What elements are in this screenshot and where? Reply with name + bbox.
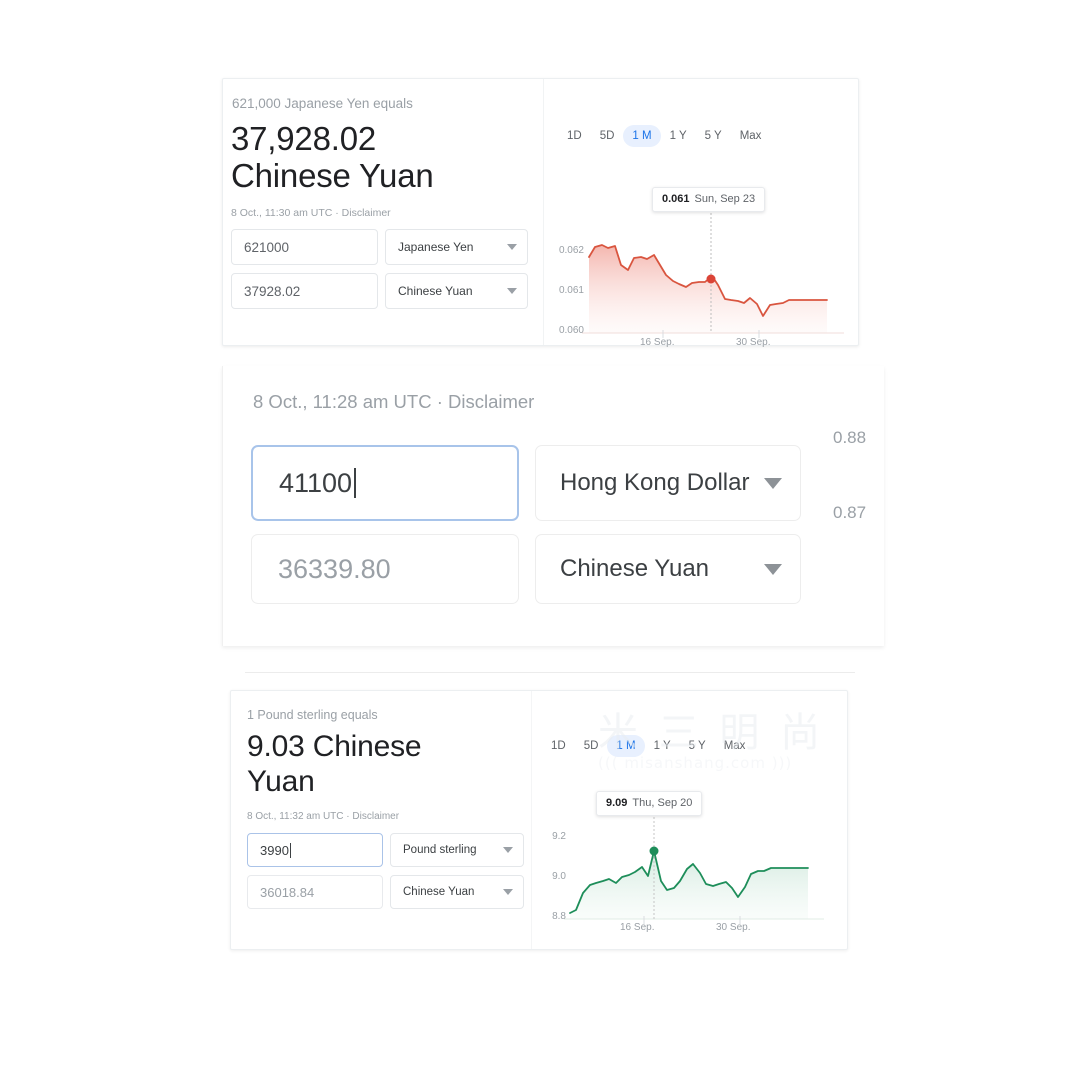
card1-to-row: 37928.02 Chinese Yuan xyxy=(231,273,533,309)
card3-converter-rows: 3990 Pound sterling 36018.84 Chinese Yua… xyxy=(247,833,531,909)
card1-from-row: 621000 Japanese Yen xyxy=(231,229,533,265)
card1-tooltip: 0.061 Sun, Sep 23 xyxy=(652,187,766,212)
range-1y[interactable]: 1 Y xyxy=(661,125,696,147)
card1-to-amount-input[interactable]: 37928.02 xyxy=(231,273,378,309)
text-cursor xyxy=(354,468,357,498)
card3-to-currency-select[interactable]: Chinese Yuan xyxy=(390,875,524,909)
chevron-down-icon xyxy=(503,847,513,853)
card3-ytick-high: 9.2 xyxy=(552,831,566,842)
card3-tooltip-date: Thu, Sep 20 xyxy=(632,797,693,809)
card3-ytick-low: 8.8 xyxy=(552,911,566,922)
card2-from-currency-label: Hong Kong Dollar xyxy=(560,469,750,496)
currency-converter-card-gbp: 1 Pound sterling equals 9.03 Chinese Yua… xyxy=(230,690,848,950)
range-1d[interactable]: 1D xyxy=(558,125,591,147)
card1-range-selector: 1D 5D 1 M 1 Y 5 Y Max xyxy=(544,79,858,147)
chevron-down-icon xyxy=(507,244,517,250)
card1-ytick-low: 0.060 xyxy=(558,325,584,336)
card3-to-amount-input[interactable]: 36018.84 xyxy=(247,875,383,909)
card3-from-currency-label: Pound sterling xyxy=(403,844,477,856)
card1-from-currency-select[interactable]: Japanese Yen xyxy=(385,229,528,265)
card3-xtick-label-1: 16 Sep. xyxy=(620,922,655,933)
range-1m[interactable]: 1 M xyxy=(623,125,661,147)
card3-xtick-label-2: 30 Sep. xyxy=(716,922,751,933)
card1-xtick-label-1: 16 Sep. xyxy=(640,337,675,348)
chevron-down-icon xyxy=(507,288,517,294)
range-1y[interactable]: 1 Y xyxy=(645,735,680,757)
card1-xtick-label-2: 30 Sep. xyxy=(736,337,771,348)
chevron-down-icon xyxy=(764,563,782,575)
card3-area-fill xyxy=(570,851,808,919)
card2-axis-label-low: 0.87 xyxy=(833,503,867,522)
card2-to-currency-label: Chinese Yuan xyxy=(560,555,710,582)
card3-info-pane: 1 Pound sterling equals 9.03 Chinese Yua… xyxy=(231,691,531,949)
range-5d[interactable]: 5D xyxy=(575,735,608,757)
card1-info-pane: 621,000 Japanese Yen equals 37,928.02 Ch… xyxy=(223,79,533,345)
card3-from-row: 3990 Pound sterling xyxy=(247,833,531,867)
range-max[interactable]: Max xyxy=(715,735,755,757)
card1-from-currency-label: Japanese Yen xyxy=(398,240,474,254)
chevron-down-icon xyxy=(764,477,782,489)
card3-range-selector: 1D 5D 1 M 1 Y 5 Y Max xyxy=(532,691,847,757)
card1-chart-pane: 1D 5D 1 M 1 Y 5 Y Max 0.062 0.061 0.060 xyxy=(543,79,858,348)
card2-from-amount-input[interactable]: 41100 xyxy=(251,445,519,521)
range-5d[interactable]: 5D xyxy=(591,125,624,147)
card3-to-row: 36018.84 Chinese Yuan xyxy=(247,875,531,909)
card1-from-amount-input[interactable]: 621000 xyxy=(231,229,378,265)
card3-timestamp[interactable]: 8 Oct., 11:32 am UTC · Disclaimer xyxy=(247,810,531,824)
card3-chart-pane: 1D 5D 1 M 1 Y 5 Y Max 9.2 9.0 8.8 16 Sep… xyxy=(531,691,847,949)
card3-highlight-point xyxy=(649,846,659,856)
card2-from-amount-value: 41100 xyxy=(279,467,353,498)
card3-tooltip: 9.09 Thu, Sep 20 xyxy=(596,791,703,816)
card1-ytick-high: 0.062 xyxy=(558,245,584,256)
card1-result-amount: 37,928.02 xyxy=(231,120,377,157)
card2-to-amount-input[interactable]: 36339.80 xyxy=(251,534,519,604)
card3-result-currency: Yuan xyxy=(247,765,315,798)
card1-to-currency-label: Chinese Yuan xyxy=(398,284,473,298)
range-1d[interactable]: 1D xyxy=(542,735,575,757)
card1-ytick-mid: 0.061 xyxy=(558,285,584,296)
card1-converter-rows: 621000 Japanese Yen 37928.02 Chinese Yua… xyxy=(231,229,533,309)
currency-converter-card-hkd-zoomed: 8 Oct., 11:28 am UTC · Disclaimer 41100 … xyxy=(222,366,884,646)
card3-from-currency-select[interactable]: Pound sterling xyxy=(390,833,524,867)
card2-from-currency-select[interactable]: Hong Kong Dollar xyxy=(535,445,801,521)
card3-ytick-mid: 9.0 xyxy=(552,871,566,882)
card3-from-amount-value: 3990 xyxy=(260,842,289,858)
card1-tooltip-value: 0.061 xyxy=(662,193,690,205)
card3-equals-label: 1 Pound sterling equals xyxy=(247,708,378,722)
card1-result-currency: Chinese Yuan xyxy=(231,157,434,194)
range-5y[interactable]: 5 Y xyxy=(696,125,731,147)
card1-tooltip-date: Sun, Sep 23 xyxy=(694,193,756,205)
card3-tooltip-value: 9.09 xyxy=(606,797,628,809)
card3-from-amount-input[interactable]: 3990 xyxy=(247,833,383,867)
card2-timestamp[interactable]: 8 Oct., 11:28 am UTC · Disclaimer xyxy=(253,390,534,414)
card2-axis-label-high: 0.88 xyxy=(833,428,867,447)
range-5y[interactable]: 5 Y xyxy=(680,735,715,757)
card1-to-currency-select[interactable]: Chinese Yuan xyxy=(385,273,528,309)
card1-chart[interactable]: 0.062 0.061 0.060 16 Sep. 30 Sep. 0.061 … xyxy=(544,161,858,351)
section-divider xyxy=(245,672,855,673)
text-cursor xyxy=(289,842,292,858)
card1-timestamp[interactable]: 8 Oct., 11:30 am UTC · Disclaimer xyxy=(231,206,533,220)
chevron-down-icon xyxy=(503,889,513,895)
card1-area-fill xyxy=(589,245,827,333)
card3-result-amount: 9.03 Chinese xyxy=(247,730,422,763)
card3-to-currency-label: Chinese Yuan xyxy=(403,886,475,898)
card3-chart[interactable]: 9.2 9.0 8.8 16 Sep. 30 Sep. 9.09 Thu, Se… xyxy=(532,769,847,941)
card2-to-currency-select[interactable]: Chinese Yuan xyxy=(535,534,801,604)
range-1m[interactable]: 1 M xyxy=(607,735,645,757)
card1-highlight-point xyxy=(706,274,716,284)
range-max[interactable]: Max xyxy=(731,125,771,147)
card1-equals-label: 621,000 Japanese Yen equals xyxy=(232,96,413,111)
currency-converter-card-jpy: 621,000 Japanese Yen equals 37,928.02 Ch… xyxy=(222,78,859,348)
